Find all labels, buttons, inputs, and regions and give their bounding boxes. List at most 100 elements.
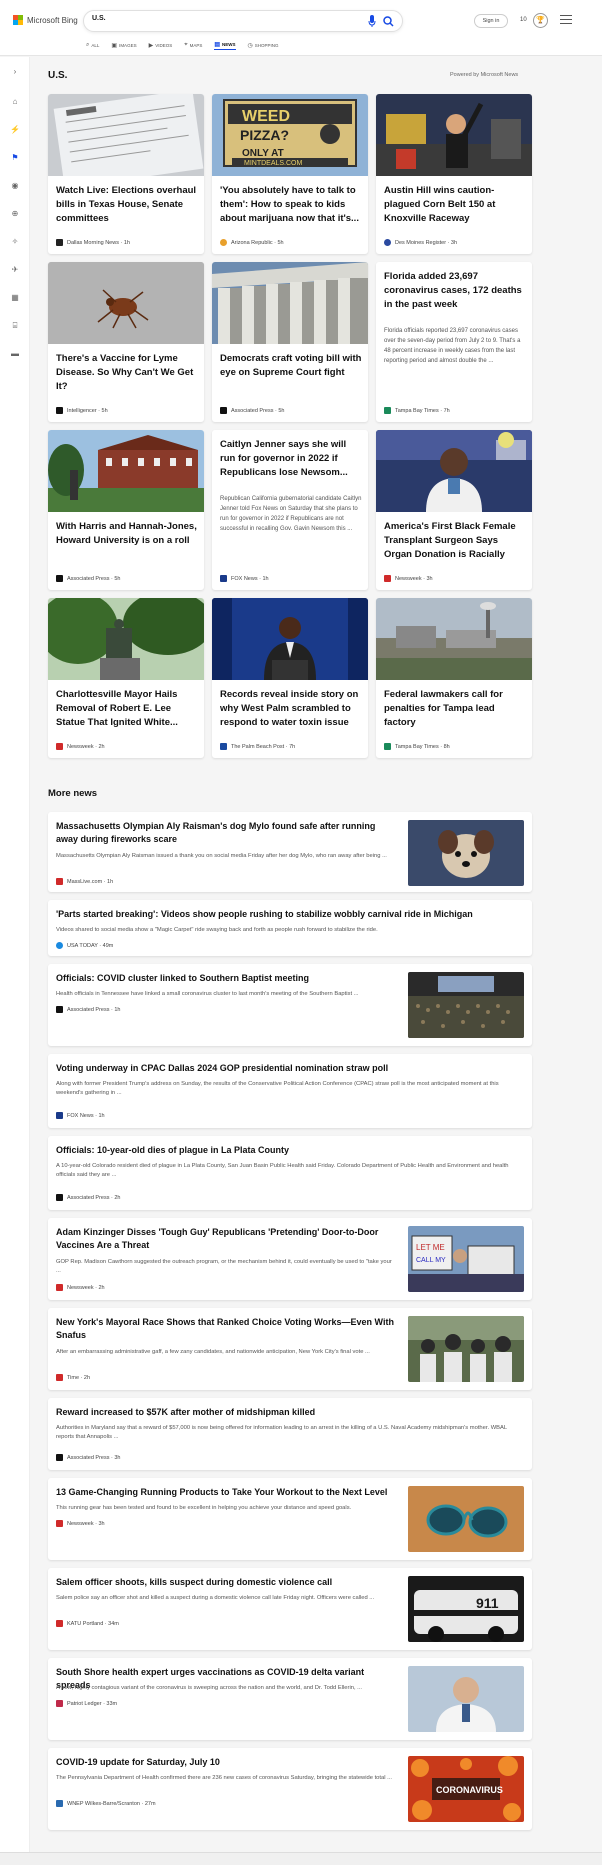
microphone-icon[interactable]	[368, 15, 376, 28]
list-item[interactable]: Adam Kinzinger Disses 'Tough Guy' Republ…	[48, 1218, 532, 1300]
list-item[interactable]: 13 Game-Changing Running Products to Tak…	[48, 1478, 532, 1560]
card-title[interactable]: Austin Hill wins caution-plagued Corn Be…	[384, 184, 526, 226]
card-title[interactable]: Records reveal inside story on why West …	[220, 688, 362, 730]
home-icon[interactable]: ⌂	[10, 97, 20, 107]
news-card[interactable]: WEED PIZZA? ONLY AT MINTDEALS.COM 'You abso…	[212, 94, 368, 254]
list-item-title[interactable]: Salem officer shoots, kills suspect duri…	[56, 1576, 396, 1589]
news-card[interactable]: Watch Live: Elections overhaul bills in …	[48, 94, 204, 254]
card-title[interactable]: Watch Live: Elections overhaul bills in …	[56, 184, 198, 226]
source-logo-icon	[384, 407, 391, 414]
card-title[interactable]: Federal lawmakers call for penalties for…	[384, 688, 526, 730]
expand-sidebar-icon[interactable]: ›	[10, 67, 20, 77]
list-item-title[interactable]: Reward increased to $57K after mother of…	[56, 1406, 526, 1419]
source-logo-icon	[56, 1006, 63, 1013]
source-logo-icon	[56, 407, 63, 414]
card-source: Arizona Republic · 5h	[220, 239, 284, 246]
svg-text:ONLY AT: ONLY AT	[242, 148, 284, 159]
card-source: Newsweek · 2h	[56, 743, 105, 750]
tick-photo	[48, 262, 204, 344]
news-card[interactable]: Records reveal inside story on why West …	[212, 598, 368, 758]
list-item[interactable]: Salem officer shoots, kills suspect duri…	[48, 1568, 532, 1650]
source-logo-icon	[220, 743, 227, 750]
list-item-title[interactable]: Officials: 10-year-old dies of plague in…	[56, 1144, 526, 1157]
news-card[interactable]: Florida added 23,697 coronavirus cases, …	[376, 262, 532, 422]
list-item[interactable]: South Shore health expert urges vaccinat…	[48, 1658, 532, 1740]
business-icon[interactable]: ▬	[10, 349, 20, 359]
tab-news[interactable]: ▤ NEWS	[214, 40, 236, 50]
powered-by-label[interactable]: Powered by Microsoft News	[450, 72, 518, 78]
image-icon: ▣	[111, 42, 118, 49]
location-icon[interactable]: ◉	[10, 181, 20, 191]
list-item-title[interactable]: Voting underway in CPAC Dallas 2024 GOP …	[56, 1062, 526, 1075]
crowd-rally-photo	[408, 1316, 524, 1382]
news-card[interactable]: There's a Vaccine for Lyme Disease. So W…	[48, 262, 204, 422]
news-card[interactable]: Democrats craft voting bill with eye on …	[212, 262, 368, 422]
tab-shopping[interactable]: ◷ SHOPPING	[248, 40, 279, 50]
list-item-title[interactable]: Adam Kinzinger Disses 'Tough Guy' Republ…	[56, 1226, 396, 1252]
tab-maps[interactable]: ⌖ MAPS	[184, 40, 202, 50]
list-item-source: WNEP Wilkes-Barre/Scranton · 27m	[56, 1800, 156, 1807]
card-title[interactable]: There's a Vaccine for Lyme Disease. So W…	[56, 352, 198, 394]
card-title[interactable]: With Harris and Hannah-Jones, Howard Uni…	[56, 520, 198, 548]
news-card[interactable]: With Harris and Hannah-Jones, Howard Uni…	[48, 430, 204, 590]
list-item-source: KATU Portland · 34m	[56, 1620, 119, 1627]
source-logo-icon	[220, 575, 227, 582]
rewards-trophy-icon[interactable]: 🏆	[533, 13, 548, 28]
list-item[interactable]: 'Parts started breaking': Videos show pe…	[48, 900, 532, 956]
news-card[interactable]: Austin Hill wins caution-plagued Corn Be…	[376, 94, 532, 254]
source-logo-icon	[56, 575, 63, 582]
news-card[interactable]: Caitlyn Jenner says she will run for gov…	[212, 430, 368, 590]
politics-icon[interactable]: ⌸	[10, 321, 20, 331]
list-item[interactable]: Massachusetts Olympian Aly Raisman's dog…	[48, 812, 532, 892]
hamburger-menu-icon[interactable]	[560, 15, 572, 25]
news-card[interactable]: Charlottesville Mayor Hails Removal of R…	[48, 598, 204, 758]
microsoft-logo-icon	[13, 15, 23, 25]
list-item-title[interactable]: COVID-19 update for Saturday, July 10	[56, 1756, 396, 1769]
card-title[interactable]: Democrats craft voting bill with eye on …	[220, 352, 362, 380]
list-item[interactable]: COVID-19 update for Saturday, July 10 Th…	[48, 1748, 532, 1830]
card-snippet: Republican California gubernatorial cand…	[220, 496, 362, 532]
list-item-snippet: Authorities in Maryland say that a rewar…	[56, 1425, 507, 1440]
entertainment-icon[interactable]: ▦	[10, 293, 20, 303]
card-title[interactable]: Charlottesville Mayor Hails Removal of R…	[56, 688, 198, 730]
card-title[interactable]: Florida added 23,697 coronavirus cases, …	[384, 270, 526, 312]
bing-logo[interactable]: Microsoft Bing	[13, 15, 78, 25]
news-card[interactable]: Federal lawmakers call for penalties for…	[376, 598, 532, 758]
page-title: U.S.	[48, 70, 68, 81]
search-icon[interactable]	[383, 16, 394, 27]
list-item[interactable]: Officials: 10-year-old dies of plague in…	[48, 1136, 532, 1210]
list-item[interactable]: Voting underway in CPAC Dallas 2024 GOP …	[48, 1054, 532, 1128]
list-item-title[interactable]: 'Parts started breaking': Videos show pe…	[56, 908, 526, 921]
protest-signs-photo: LET ME CALL MY	[408, 1226, 524, 1292]
tab-images[interactable]: ▣ IMAGES	[111, 40, 136, 50]
tab-all[interactable]: ⌕ ALL	[86, 40, 99, 50]
list-item-title[interactable]: Massachusetts Olympian Aly Raisman's dog…	[56, 820, 396, 846]
left-sidebar: › ⌂ ⚡ ⚑ ◉ ⊕ ✧ ✈ ▦ ⌸ ▬	[0, 57, 30, 1865]
list-item[interactable]: New York's Mayoral Race Shows that Ranke…	[48, 1308, 532, 1390]
howard-university-campus-photo	[48, 430, 204, 512]
svg-text:WEED: WEED	[242, 108, 290, 125]
news-card[interactable]: America's First Black Female Transplant …	[376, 430, 532, 590]
tab-videos[interactable]: ▶ VIDEOS	[149, 40, 173, 50]
list-item-title[interactable]: New York's Mayoral Race Shows that Ranke…	[56, 1316, 396, 1342]
us-flag-icon[interactable]: ⚑	[10, 153, 20, 163]
list-item[interactable]: Officials: COVID cluster linked to South…	[48, 964, 532, 1046]
trending-icon[interactable]: ⚡	[10, 125, 20, 135]
shopping-bag-icon: ◷	[247, 42, 253, 49]
card-title[interactable]: Caitlyn Jenner says she will run for gov…	[220, 438, 362, 480]
list-item-title[interactable]: Officials: COVID cluster linked to South…	[56, 972, 396, 985]
top-header: Microsoft Bing Sign in 10 🏆 ⌕ALL ▣IMAGES…	[0, 0, 602, 56]
rewards-count[interactable]: 10	[520, 17, 527, 23]
svg-text:PIZZA?: PIZZA?	[240, 127, 289, 143]
supreme-court-columns-photo	[212, 262, 368, 344]
list-item-title[interactable]: 13 Game-Changing Running Products to Tak…	[56, 1486, 396, 1499]
search-input[interactable]	[92, 15, 362, 22]
card-title[interactable]: America's First Black Female Transplant …	[384, 520, 526, 562]
statue-in-trees-photo	[48, 598, 204, 680]
technology-icon[interactable]: ✧	[10, 237, 20, 247]
list-item[interactable]: Reward increased to $57K after mother of…	[48, 1398, 532, 1470]
sign-in-button[interactable]: Sign in	[474, 14, 508, 28]
science-icon[interactable]: ✈	[10, 265, 20, 275]
world-icon[interactable]: ⊕	[10, 209, 20, 219]
card-title[interactable]: 'You absolutely have to talk to them': H…	[220, 184, 362, 226]
